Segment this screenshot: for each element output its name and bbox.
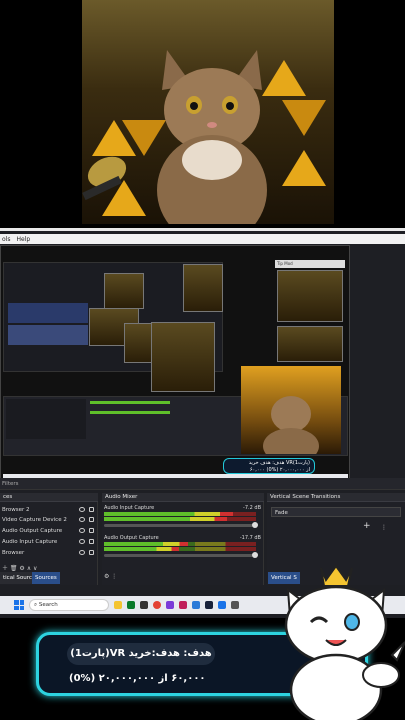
nested-goal-line1: هدف: هدف خرید VR(پارت1) bbox=[248, 460, 310, 466]
transition-select[interactable]: Fade bbox=[271, 507, 401, 517]
app-icon[interactable] bbox=[179, 601, 187, 609]
audio-meter bbox=[104, 547, 256, 551]
sources-title: ces bbox=[0, 493, 98, 502]
windows-start-icon[interactable] bbox=[14, 600, 24, 610]
webcam-feed bbox=[82, 0, 334, 224]
source-item[interactable]: Audio Output Capture bbox=[0, 526, 98, 536]
menu-tools[interactable]: ols bbox=[2, 236, 10, 243]
source-item[interactable]: Video Capture Device 2 bbox=[0, 515, 98, 525]
track-db: -17.7 dB bbox=[239, 535, 261, 541]
app-icon[interactable] bbox=[127, 601, 135, 609]
stream-frame: ols Help Tip Mod هدف: هدف خرید VR(پارت1)… bbox=[0, 0, 405, 720]
app-icon[interactable] bbox=[166, 601, 174, 609]
source-toolbar[interactable]: ＋ 🗑 ⚙ ∧ ∨ bbox=[2, 563, 37, 572]
track-db: -7.2 dB bbox=[243, 505, 261, 511]
mixer-title: Audio Mixer bbox=[102, 493, 264, 502]
microphone-icon bbox=[82, 156, 127, 201]
chrome-icon[interactable] bbox=[153, 601, 161, 609]
goal-progress: ۶۰,۰۰۰ از ۲۰,۰۰۰,۰۰۰ (%0) bbox=[69, 673, 206, 684]
eye-icon bbox=[79, 517, 85, 522]
volume-fader[interactable] bbox=[104, 552, 258, 558]
lock-icon bbox=[89, 539, 94, 544]
app-icon[interactable] bbox=[192, 601, 200, 609]
source-item[interactable]: Browser bbox=[0, 548, 98, 558]
menu-help[interactable]: Help bbox=[16, 236, 30, 243]
cat-image bbox=[157, 50, 267, 224]
track-name: Audio Input Capture bbox=[104, 505, 155, 511]
app-icon[interactable] bbox=[231, 601, 239, 609]
volume-fader[interactable] bbox=[104, 522, 258, 528]
taskbar-search[interactable]: ⌕ Search bbox=[29, 599, 109, 611]
eye-icon bbox=[79, 550, 85, 555]
audio-meter bbox=[104, 512, 256, 516]
source-item[interactable]: Audio Input Capture bbox=[0, 537, 98, 547]
audio-meter bbox=[104, 542, 256, 546]
eye-icon bbox=[79, 507, 85, 512]
obs-icon[interactable] bbox=[140, 601, 148, 609]
nested-preview: Tip Mod هدف: هدف خرید VR(پارت1) ۶۰,۰۰۰ ا… bbox=[0, 245, 350, 485]
mini-window-title: Tip Mod bbox=[275, 260, 345, 268]
goal-label: هدف: هدف:خرید VR(پارت1) bbox=[67, 643, 215, 665]
track-name: Audio Output Capture bbox=[104, 535, 159, 541]
lock-icon bbox=[89, 507, 94, 512]
filters-bar[interactable]: Filters bbox=[0, 478, 405, 490]
eye-icon bbox=[79, 528, 85, 533]
lock-icon bbox=[89, 550, 94, 555]
folder-icon[interactable] bbox=[114, 601, 122, 609]
eye-icon bbox=[79, 539, 85, 544]
menu-bar: ols Help bbox=[0, 234, 405, 244]
nested-goal-banner: هدف: هدف خرید VR(پارت1) ۶۰,۰۰۰ از ۲۰,۰۰۰… bbox=[223, 458, 315, 474]
audio-mixer-dock: Audio Mixer Audio Input Capture -7.2 dB … bbox=[102, 493, 264, 585]
transitions-title: Vertical Scene Transitions bbox=[267, 493, 405, 502]
app-icon[interactable] bbox=[218, 601, 226, 609]
steam-icon[interactable] bbox=[205, 601, 213, 609]
add-transition-icon[interactable]: + bbox=[363, 521, 371, 531]
lock-icon bbox=[89, 517, 94, 522]
source-item[interactable]: Browser 2 bbox=[0, 505, 98, 515]
cat-mascot bbox=[284, 564, 405, 720]
transition-menu-icon[interactable]: ⋮ bbox=[381, 524, 387, 531]
lock-icon bbox=[89, 528, 94, 533]
tab-sources[interactable]: Sources bbox=[32, 572, 60, 584]
nested-webcam bbox=[241, 366, 341, 464]
nested-goal-line2: ۶۰,۰۰۰ از ۲۰,۰۰۰,۰۰۰ (%0) bbox=[249, 467, 310, 473]
audio-meter bbox=[104, 517, 256, 521]
mixer-settings-icon[interactable]: ⚙ ⋮ bbox=[104, 573, 117, 580]
